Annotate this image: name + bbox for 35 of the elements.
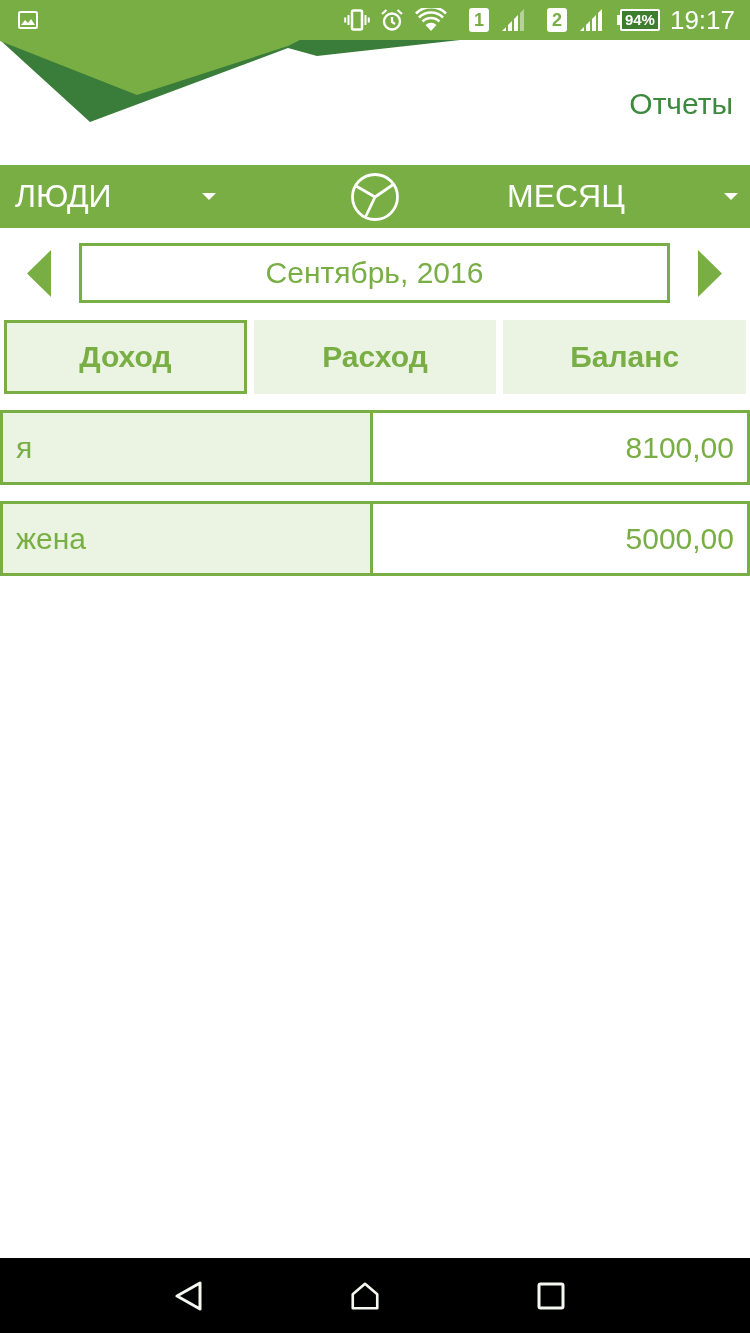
previous-arrow-icon[interactable]	[27, 249, 51, 297]
back-icon	[175, 1280, 203, 1311]
wifi-icon	[414, 8, 447, 32]
table-cell: жена	[3, 504, 373, 573]
recent-apps-button[interactable]	[537, 1280, 565, 1311]
report-tab[interactable]: Доход	[4, 320, 247, 394]
report-row[interactable]: жена 5000,00	[0, 501, 750, 576]
back-button[interactable]	[175, 1280, 203, 1311]
chart-toggle-button[interactable]	[350, 171, 400, 222]
report-tab[interactable]: Расход	[253, 320, 497, 394]
recent-apps-icon	[537, 1280, 565, 1311]
vibrate-icon	[343, 9, 370, 31]
home-button[interactable]	[351, 1280, 379, 1311]
home-icon	[351, 1280, 379, 1311]
table-cell-text: 5000,00	[624, 520, 735, 557]
sim-badge: 2	[546, 8, 567, 32]
battery-indicator: 94%	[616, 9, 660, 31]
group-by-dropdown[interactable]: ЛЮДИ	[0, 165, 216, 228]
pie-chart-icon	[350, 171, 400, 222]
signal-icon	[500, 9, 525, 31]
sim-badge: 1	[468, 8, 489, 32]
next-arrow-icon[interactable]	[698, 249, 722, 297]
caret-icon	[202, 193, 216, 200]
clock-time: 19:17	[669, 4, 735, 36]
image-icon	[18, 11, 38, 29]
report-tab[interactable]: Баланс	[503, 320, 746, 394]
caret-icon	[724, 193, 738, 200]
table-cell: я	[3, 413, 373, 482]
table-cell-text: 8100,00	[624, 429, 735, 466]
report-row[interactable]: я 8100,00	[0, 410, 750, 485]
screen-title: Отчеты	[629, 87, 733, 121]
alarm-clock-icon	[379, 8, 404, 32]
period-dropdown[interactable]: МЕСЯЦ	[492, 165, 738, 228]
date-picker-field[interactable]: Сентябрь, 2016	[79, 243, 670, 303]
signal-icon	[578, 9, 603, 31]
